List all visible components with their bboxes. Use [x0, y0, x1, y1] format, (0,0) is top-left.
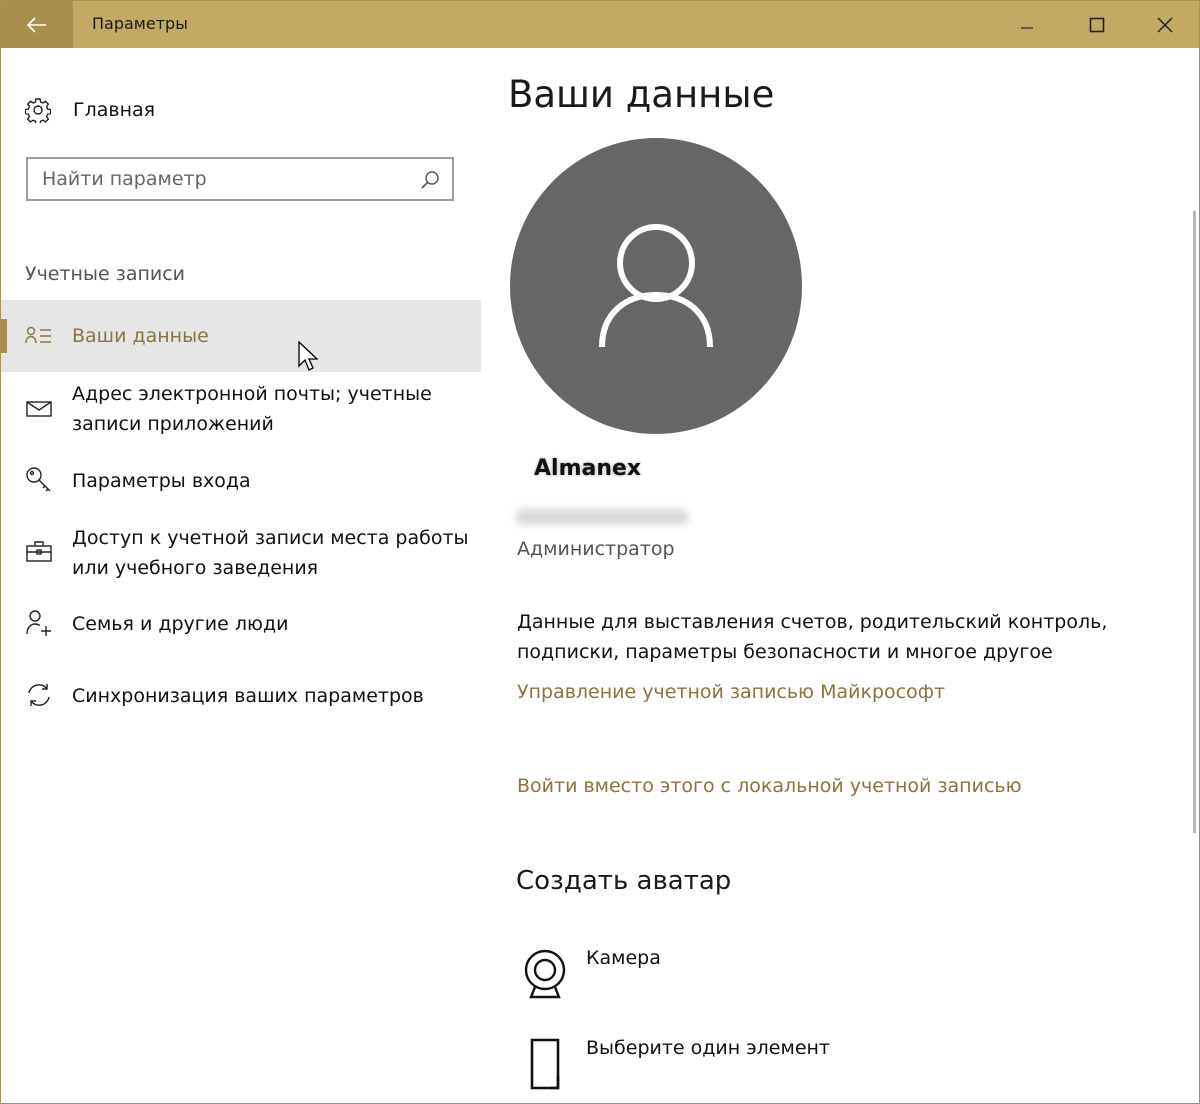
sync-icon — [25, 681, 53, 709]
sidebar-item-email-accounts[interactable]: Адрес электронной почты; учетные записи … — [1, 379, 481, 441]
sidebar-item-label: Семья и другие люди — [72, 613, 289, 635]
sidebar-item-your-info[interactable]: Ваши данные — [1, 300, 481, 372]
settings-window: Параметры Главная Учетные записи — [0, 0, 1200, 1104]
file-icon — [517, 1037, 573, 1093]
user-role: Администратор — [517, 538, 675, 560]
user-icon — [599, 224, 713, 348]
sidebar-item-label: Синхронизация ваших параметров — [72, 685, 424, 707]
choose-file-label: Выберите один элемент — [586, 1037, 830, 1059]
scrollbar[interactable] — [1193, 211, 1196, 833]
mouse-cursor-icon — [298, 341, 318, 371]
page-title: Ваши данные — [508, 73, 775, 116]
person-list-icon — [25, 322, 53, 350]
sidebar-item-family[interactable]: Семья и другие люди — [1, 609, 481, 641]
title-bar: Параметры — [1, 1, 1199, 48]
create-avatar-heading: Создать аватар — [516, 866, 732, 896]
choose-file-option[interactable]: Выберите один элемент — [517, 1037, 830, 1093]
minimize-button[interactable] — [993, 1, 1061, 48]
camera-option[interactable]: Камера — [517, 947, 661, 1003]
email-redacted — [516, 509, 688, 525]
camera-label: Камера — [586, 947, 661, 969]
webcam-icon — [517, 947, 573, 1003]
sidebar-item-label: Ваши данные — [72, 325, 209, 347]
search-input[interactable] — [42, 167, 402, 191]
briefcase-icon — [25, 537, 53, 565]
minimize-icon — [1021, 26, 1033, 29]
sidebar-item-label: Адрес электронной почты; учетные записи … — [72, 383, 432, 435]
sidebar-item-sign-in-options[interactable]: Параметры входа — [1, 466, 481, 498]
window-title: Параметры — [92, 14, 188, 33]
mail-icon — [25, 395, 53, 423]
avatar — [510, 138, 802, 434]
search-icon[interactable] — [420, 170, 440, 190]
sidebar-item-label: Доступ к учетной записи места работы или… — [72, 527, 469, 579]
active-indicator — [1, 319, 7, 353]
sidebar-item-work-access[interactable]: Доступ к учетной записи места работы или… — [1, 523, 481, 585]
local-account-signin-link[interactable]: Войти вместо этого с локальной учетной з… — [517, 775, 1022, 797]
account-description: Данные для выставления счетов, родительс… — [517, 611, 1108, 663]
user-name: Almanex — [534, 456, 642, 481]
close-button[interactable] — [1131, 1, 1199, 48]
sidebar-item-label: Параметры входа — [72, 470, 251, 492]
manage-microsoft-account-link[interactable]: Управление учетной записью Майкрософт — [517, 681, 945, 703]
sidebar-item-sync[interactable]: Синхронизация ваших параметров — [1, 681, 481, 713]
back-arrow-icon — [27, 16, 46, 33]
close-icon — [1157, 16, 1173, 33]
maximize-icon — [1089, 17, 1105, 32]
gear-icon — [25, 98, 51, 123]
key-icon — [25, 466, 53, 494]
search-box[interactable] — [26, 157, 454, 201]
section-label: Учетные записи — [25, 263, 186, 285]
home-label: Главная — [73, 99, 156, 121]
maximize-button[interactable] — [1063, 1, 1131, 48]
add-person-icon — [25, 609, 53, 637]
back-button[interactable] — [1, 1, 73, 48]
home-link[interactable]: Главная — [25, 95, 155, 125]
